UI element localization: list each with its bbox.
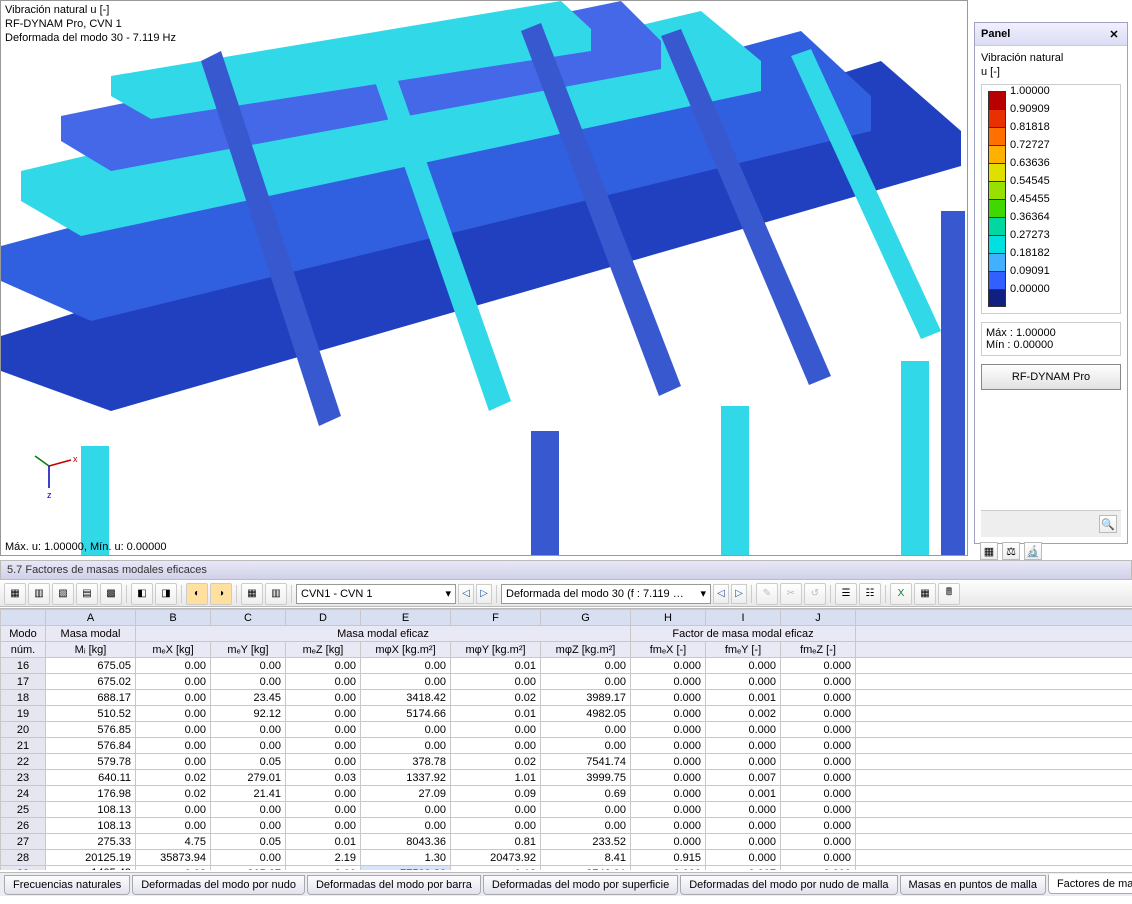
excel-export-icon[interactable]: X [890,583,912,605]
viewport-3d[interactable]: x z Vibración natural u [-] RF-DYNAM Pro… [0,0,968,556]
model-render: x z [1,1,968,556]
results-table[interactable]: ABCDEFGHIJModoMasa modalMasa modal efica… [0,609,1132,870]
column-letter[interactable]: B [136,610,211,626]
column-header[interactable]: fmₑX [-] [631,642,706,658]
column-header[interactable]: fmₑZ [-] [781,642,856,658]
panel-title: Panel [981,28,1010,40]
table-row[interactable]: 20576.850.000.000.000.000.000.000.0000.0… [1,722,1132,738]
column-header[interactable]: mφZ [kg.m²] [541,642,631,658]
svg-text:x: x [73,454,78,464]
balance-icon[interactable]: ⚖ [1002,542,1020,560]
section-title-bar: 5.7 Factores de masas modales eficaces [0,560,1132,580]
svg-text:z: z [47,490,52,500]
case-next-button[interactable]: ▷ [476,584,492,604]
results-tabs: Frecuencias naturalesDeformadas del modo… [0,872,1132,896]
table-row[interactable]: 26108.130.000.000.000.000.000.000.0000.0… [1,818,1132,834]
mode-prev-button[interactable]: ◁ [713,584,729,604]
results-tab[interactable]: Deformadas del modo por nudo [132,875,305,895]
results-tab[interactable]: Frecuencias naturales [4,875,130,895]
rf-dynam-pro-button[interactable]: RF-DYNAM Pro [981,364,1121,390]
microscope-icon[interactable]: 🔬 [1024,542,1042,560]
results-tab[interactable]: Deformadas del modo por nudo de malla [680,875,897,895]
results-tab[interactable]: Deformadas del modo por superficie [483,875,678,895]
column-header[interactable]: fmₑY [-] [706,642,781,658]
tb-icon-dim[interactable]: ✎ [756,583,778,605]
tb-icon-toggle-a[interactable]: ◐ [186,583,208,605]
column-letter[interactable]: C [211,610,286,626]
color-scale-icon[interactable]: ▦ [980,542,998,560]
results-tab[interactable]: Masas en puntos de malla [900,875,1046,895]
table-row[interactable]: 16675.050.000.000.000.000.010.000.0000.0… [1,658,1132,674]
tb-icon-dim3[interactable]: ↺ [804,583,826,605]
side-panel: Panel ✕ Vibración natural u [-] 1.000000… [974,22,1128,544]
table-row[interactable]: 18688.170.0023.450.003418.420.023989.170… [1,690,1132,706]
tb-icon-grid[interactable]: ▦ [914,583,936,605]
column-header[interactable]: mφX [kg.m²] [361,642,451,658]
column-letter[interactable]: D [286,610,361,626]
panel-zoom-icon[interactable]: 🔍 [1099,515,1117,533]
case-prev-button[interactable]: ◁ [458,584,474,604]
tb-icon-5[interactable]: ▩ [100,583,122,605]
viewport-info-label: Vibración natural u [-] RF-DYNAM Pro, CV… [5,3,176,45]
table-row[interactable]: 24176.980.0221.410.0027.090.090.690.0000… [1,786,1132,802]
column-header[interactable]: Mᵢ [kg] [46,642,136,658]
tb-icon-filter2[interactable]: ☷ [859,583,881,605]
results-table-wrap[interactable]: ABCDEFGHIJModoMasa modalMasa modal efica… [0,608,1132,870]
panel-subtitle-1: Vibración natural [981,52,1121,64]
case-dropdown[interactable]: CVN1 - CVN 1▾ [296,584,456,604]
table-row[interactable]: 27275.334.750.050.018043.360.81233.520.0… [1,834,1132,850]
tb-icon-8[interactable]: ▦ [241,583,263,605]
tb-icon-3[interactable]: ▧ [52,583,74,605]
table-row[interactable]: 22579.780.000.050.00378.780.027541.740.0… [1,754,1132,770]
table-row[interactable]: 17675.020.000.000.000.000.000.000.0000.0… [1,674,1132,690]
mode-next-button[interactable]: ▷ [731,584,747,604]
column-letter[interactable]: H [631,610,706,626]
column-letter[interactable]: A [46,610,136,626]
tb-icon-toggle-b[interactable]: ◑ [210,583,232,605]
panel-close-button[interactable]: ✕ [1107,27,1121,41]
table-row[interactable]: 19510.520.0092.120.005174.660.014982.050… [1,706,1132,722]
column-letter[interactable]: E [361,610,451,626]
tb-icon-filter[interactable]: ☰ [835,583,857,605]
table-row[interactable]: 23640.110.02279.010.031337.921.013999.75… [1,770,1132,786]
tb-icon-dim2[interactable]: ✂ [780,583,802,605]
column-header[interactable]: mφY [kg.m²] [451,642,541,658]
panel-bottom-icons: ▦ ⚖ 🔬 [974,540,1128,562]
viewport-minmax-label: Máx. u: 1.00000, Mín. u: 0.00000 [5,541,166,553]
column-letter[interactable]: F [451,610,541,626]
column-letter[interactable]: I [706,610,781,626]
panel-subtitle-2: u [-] [981,66,1121,78]
calculator-icon[interactable]: 🖩 [938,583,960,605]
table-toolbar: ▦ ▥ ▧ ▤ ▩ ◧ ◨ ◐ ◑ ▦ ▥ CVN1 - CVN 1▾ ◁ ▷ … [0,581,1132,607]
table-row[interactable]: 21576.840.000.000.000.000.000.000.0000.0… [1,738,1132,754]
mode-dropdown[interactable]: Deformada del modo 30 (f : 7.119 Hz)▾ [501,584,711,604]
column-header[interactable]: mₑX [kg] [136,642,211,658]
tb-icon-4[interactable]: ▤ [76,583,98,605]
results-tab[interactable]: Deformadas del modo por barra [307,875,481,895]
results-tab[interactable]: Factores de masas modales eficaces [1048,874,1132,894]
column-letter[interactable]: G [541,610,631,626]
table-row[interactable]: 2820125.1935873.940.002.191.3020473.928.… [1,850,1132,866]
color-legend: 1.000000.909090.818180.727270.636360.545… [981,84,1121,314]
column-letter[interactable]: J [781,610,856,626]
table-row[interactable]: 25108.130.000.000.000.000.000.000.0000.0… [1,802,1132,818]
tb-icon-7[interactable]: ◨ [155,583,177,605]
table-row[interactable]: 291405.430.08265.270.0077509.800.183748.… [1,866,1132,871]
tb-icon-6[interactable]: ◧ [131,583,153,605]
tb-icon-2[interactable]: ▥ [28,583,50,605]
column-header[interactable]: mₑZ [kg] [286,642,361,658]
column-header[interactable]: mₑY [kg] [211,642,286,658]
minmax-box: Máx : 1.00000 Mín : 0.00000 [981,322,1121,356]
tb-icon-9[interactable]: ▥ [265,583,287,605]
tb-icon-1[interactable]: ▦ [4,583,26,605]
